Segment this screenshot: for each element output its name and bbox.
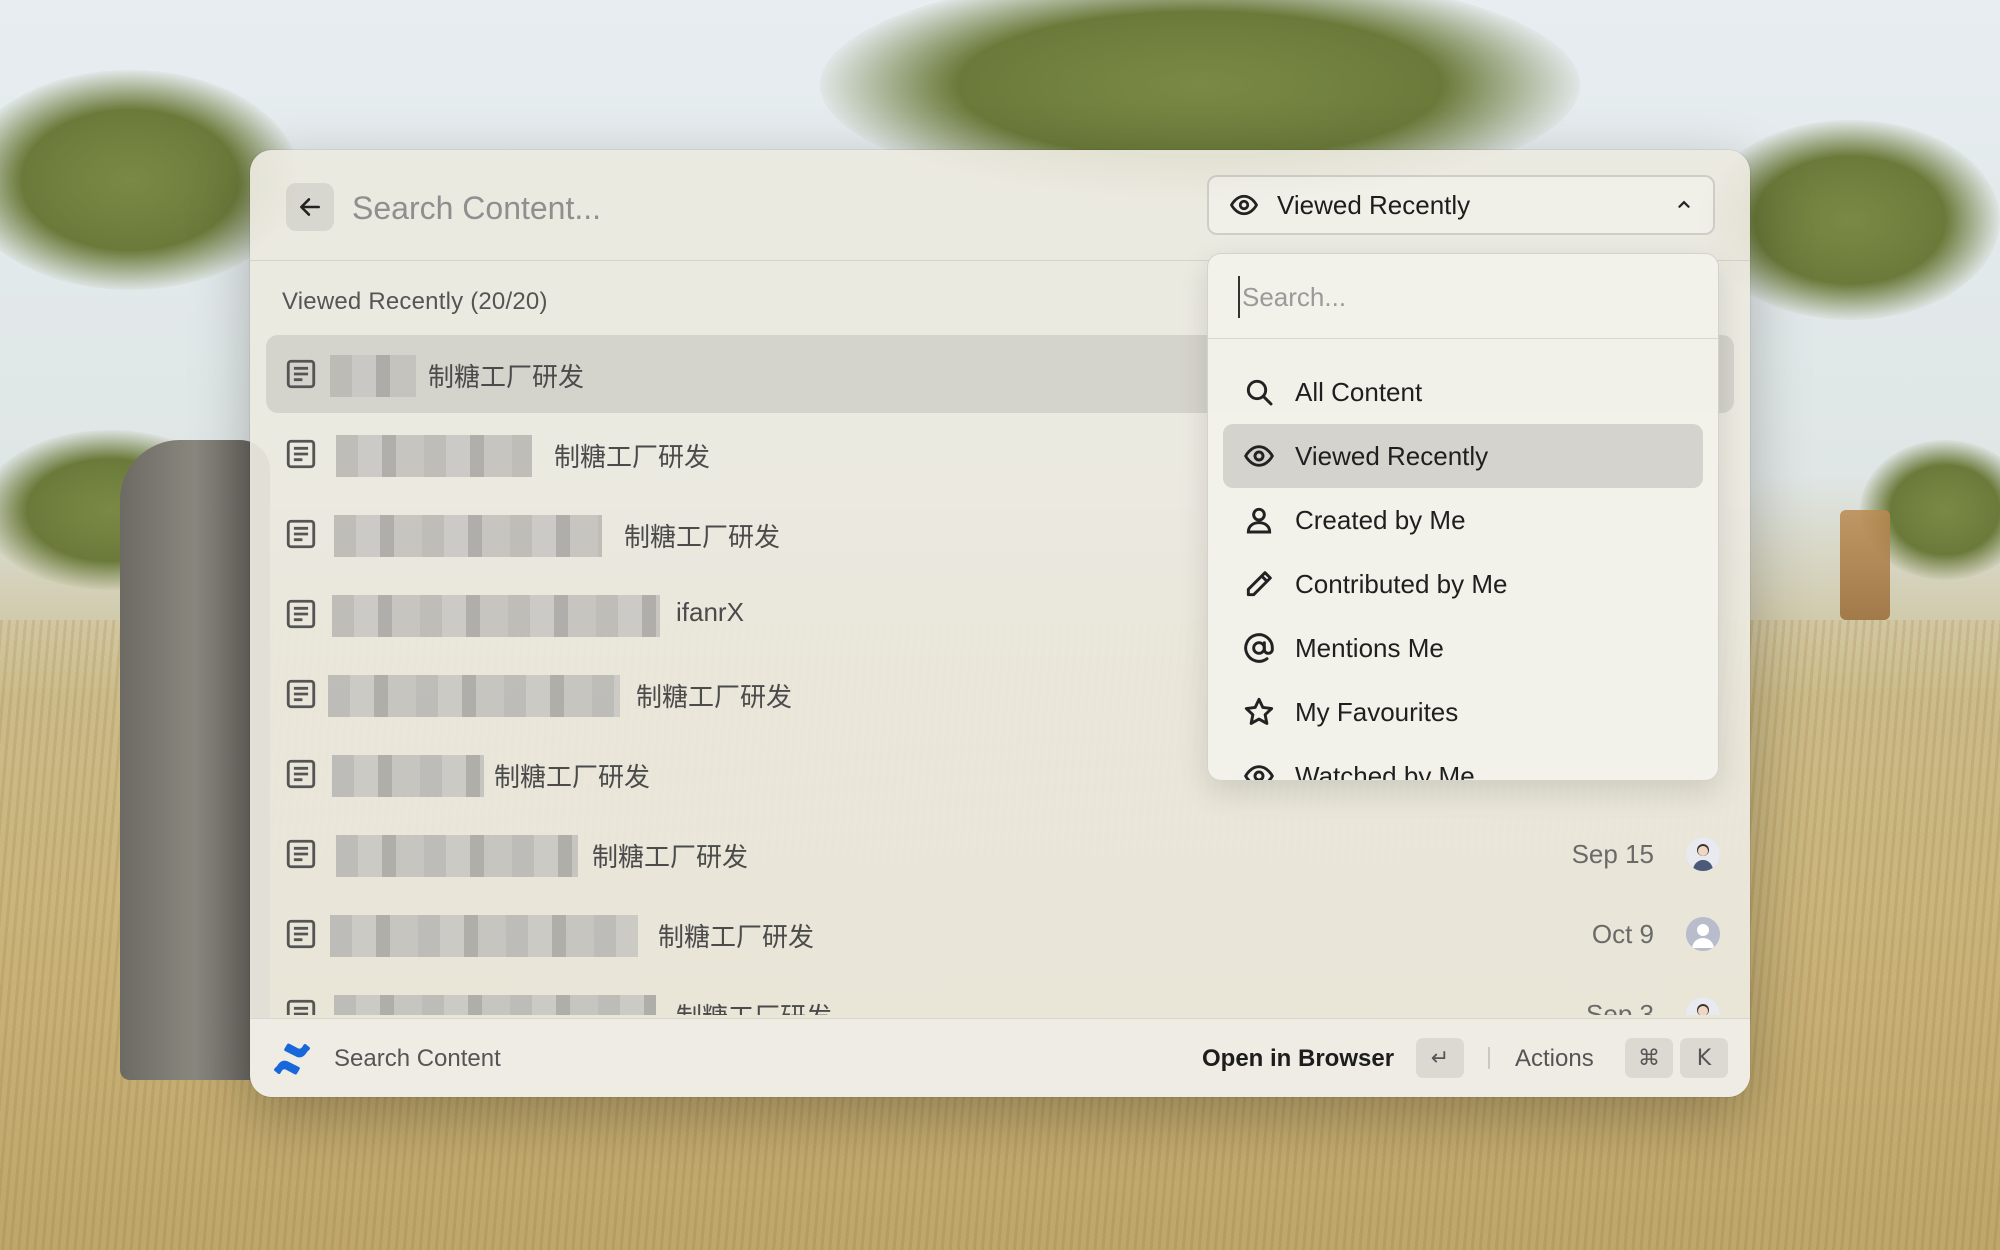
chevron-up-icon <box>1678 200 1690 208</box>
section-title: Viewed Recently (20/20) <box>282 288 548 315</box>
redacted-text <box>336 435 532 477</box>
filter-select[interactable]: Viewed Recently <box>1207 175 1715 235</box>
redacted-text <box>334 995 656 1015</box>
menu-item-mentions-me[interactable]: Mentions Me <box>1223 616 1703 680</box>
redacted-text <box>330 915 638 957</box>
redacted-text <box>330 355 416 397</box>
star-icon <box>1244 697 1274 725</box>
footer-title: Search Content <box>334 1045 501 1072</box>
command-key-hint: ⌘ <box>1625 1038 1673 1078</box>
actions-button[interactable]: Actions <box>1515 1045 1594 1073</box>
menu-item-label: Mentions Me <box>1295 632 1444 663</box>
redacted-text <box>328 675 620 717</box>
menu-item-watched-by-me[interactable]: Watched by Me <box>1223 744 1703 781</box>
menu-item-label: Created by Me <box>1295 504 1466 535</box>
footer-divider <box>1488 1047 1490 1069</box>
document-icon <box>286 599 316 629</box>
document-icon <box>286 439 316 469</box>
person-icon <box>1246 507 1272 534</box>
k-key-hint: K <box>1680 1038 1728 1078</box>
item-title: 制糖工厂研发 <box>494 762 651 792</box>
redacted-text <box>332 595 660 637</box>
open-in-browser-button[interactable]: Open in Browser <box>1202 1045 1394 1073</box>
document-icon <box>286 359 316 389</box>
wallpaper-giraffe <box>1840 510 1890 620</box>
wallpaper-elephant <box>120 440 270 1080</box>
arrow-left-icon <box>300 198 320 216</box>
footer-bar: Search Content Open in Browser ↵ Actions… <box>250 1018 1750 1097</box>
item-title: ifanrX <box>676 597 744 627</box>
eye-icon <box>1244 765 1274 780</box>
avatar <box>1686 837 1720 871</box>
search-icon <box>1246 379 1273 406</box>
item-date: Sep 3 <box>1586 999 1654 1015</box>
search-input[interactable] <box>350 178 1054 238</box>
menu-item-contributed-by-me[interactable]: Contributed by Me <box>1223 552 1703 616</box>
avatar <box>1686 997 1720 1015</box>
menu-item-label: All Content <box>1295 376 1423 407</box>
menu-item-label: Contributed by Me <box>1295 568 1508 599</box>
document-icon <box>286 839 316 869</box>
filter-dropdown-menu: All Content Viewed Recently Created by M… <box>1207 253 1719 781</box>
menu-item-label: My Favourites <box>1295 696 1459 727</box>
document-icon <box>286 919 316 949</box>
item-title: 制糖工厂研发 <box>428 362 585 392</box>
item-date: Oct 9 <box>1591 919 1654 949</box>
item-date: Sep 15 <box>1571 839 1654 869</box>
document-icon <box>286 759 316 789</box>
redacted-text <box>332 755 484 797</box>
list-item[interactable]: 制糖工厂研发 Sep 15 <box>266 815 1734 893</box>
dropdown-search-input[interactable] <box>1238 276 1694 318</box>
eye-icon <box>1229 194 1259 216</box>
menu-item-label: Viewed Recently <box>1295 440 1489 471</box>
menu-item-all-content[interactable]: All Content <box>1223 360 1703 424</box>
default-avatar-icon <box>1686 917 1720 951</box>
item-title: 制糖工厂研发 <box>676 997 832 1015</box>
dropdown-search <box>1208 254 1718 339</box>
confluence-logo-icon <box>274 1043 310 1075</box>
header: Viewed Recently <box>250 150 1750 261</box>
item-title: 制糖工厂研发 <box>624 522 781 552</box>
menu-item-viewed-recently[interactable]: Viewed Recently <box>1223 424 1703 488</box>
item-title: 制糖工厂研发 <box>636 682 793 712</box>
enter-key-hint: ↵ <box>1416 1038 1464 1078</box>
menu-item-label: Watched by Me <box>1295 760 1475 781</box>
menu-item-my-favourites[interactable]: My Favourites <box>1223 680 1703 744</box>
back-button[interactable] <box>286 183 334 231</box>
item-title: 制糖工厂研发 <box>658 922 815 952</box>
list-item[interactable]: 制糖工厂研发 Oct 9 <box>266 895 1734 973</box>
at-icon <box>1244 633 1274 663</box>
list-item[interactable]: 制糖工厂研发 Sep 3 <box>266 975 1734 1015</box>
eye-icon <box>1244 445 1274 467</box>
filter-select-label: Viewed Recently <box>1277 189 1471 220</box>
document-icon <box>286 519 316 549</box>
pencil-icon <box>1246 571 1272 597</box>
search-content-window: Viewed Recently Viewed Recently (20/20) … <box>250 150 1750 1097</box>
document-icon <box>286 679 316 709</box>
item-title: 制糖工厂研发 <box>554 442 711 472</box>
redacted-text <box>336 835 578 877</box>
document-icon <box>286 999 316 1015</box>
item-title: 制糖工厂研发 <box>592 842 749 872</box>
menu-item-created-by-me[interactable]: Created by Me <box>1223 488 1703 552</box>
redacted-text <box>334 515 602 557</box>
